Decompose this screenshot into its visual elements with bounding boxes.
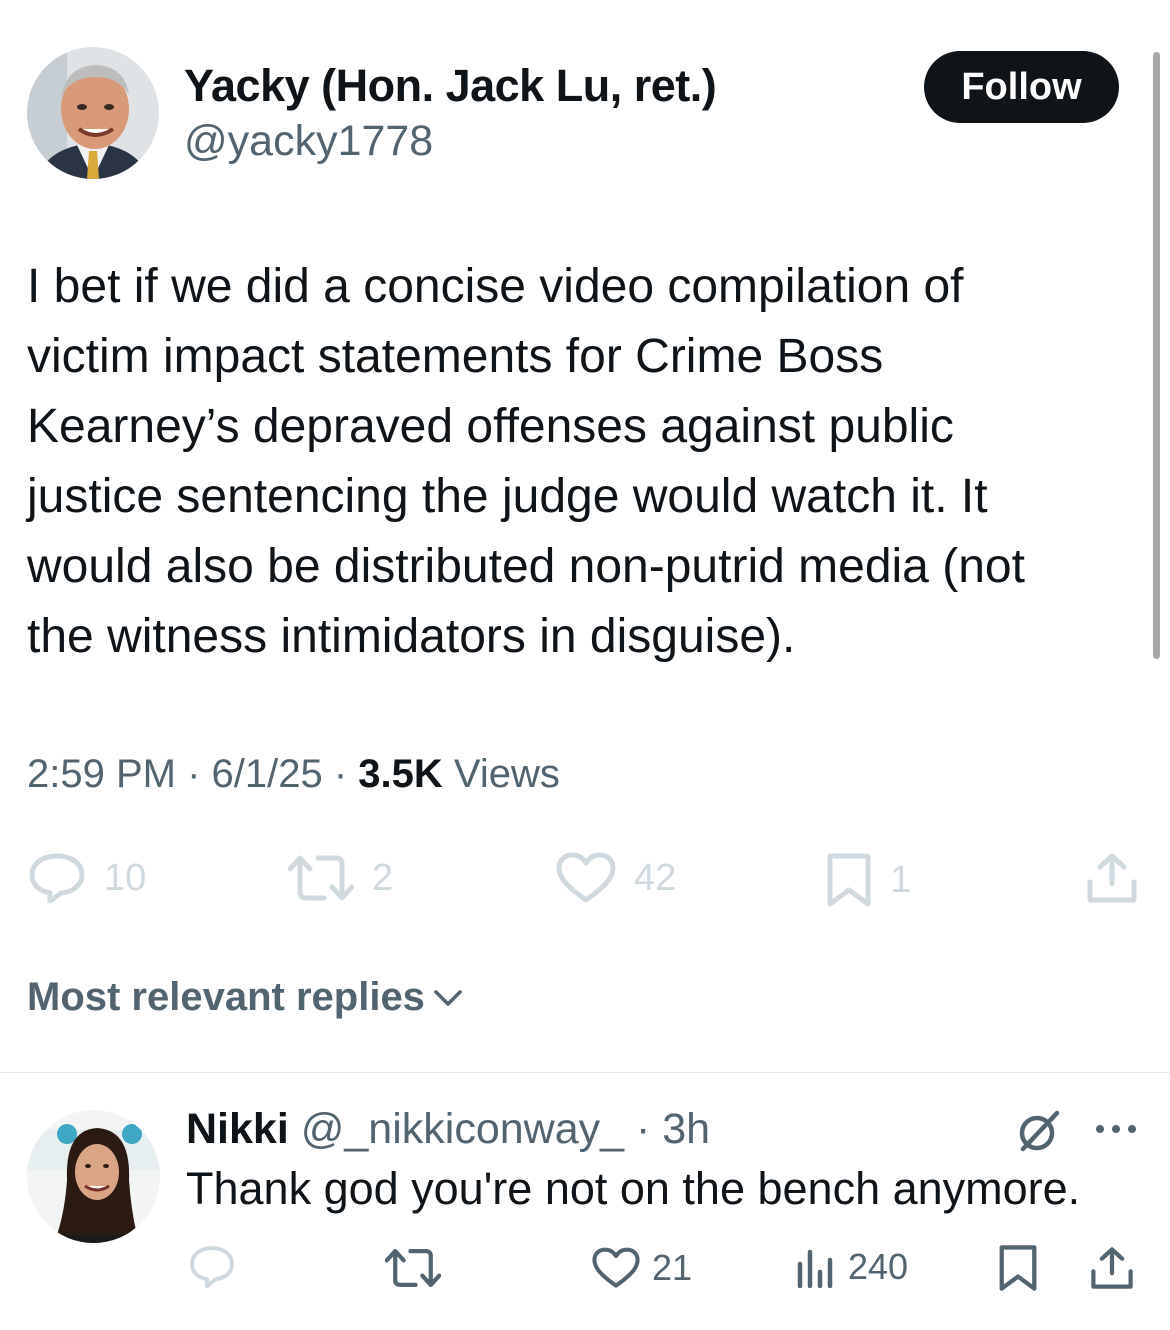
reply-header: Nikki @_nikkiconway_ · 3h (186, 1105, 711, 1153)
reply-reply-action[interactable] (188, 1244, 236, 1290)
reply-age[interactable]: 3h (662, 1105, 710, 1153)
reply-views-count: 240 (848, 1246, 909, 1287)
replies-sort-label: Most relevant replies (27, 975, 425, 1019)
author-handle[interactable]: @yacky1778 (184, 117, 433, 166)
author-name[interactable]: Yacky (Hon. Jack Lu, ret.) (184, 60, 717, 112)
author-avatar[interactable] (27, 47, 159, 179)
views-label: Views (453, 752, 560, 796)
repost-count: 2 (372, 856, 394, 899)
tweet-meta: 2:59 PM · 6/1/25 · 3.5K Views (27, 752, 560, 796)
more-dots-icon[interactable] (1094, 1122, 1138, 1136)
share-icon (1087, 853, 1137, 903)
reply-bubble-icon (190, 1246, 234, 1288)
heart-icon (556, 852, 616, 903)
reply-avatar[interactable] (27, 1110, 160, 1243)
repost-icon (288, 855, 354, 901)
share-icon (1091, 1247, 1133, 1289)
reply-bookmark-action[interactable] (998, 1244, 1038, 1292)
reply-count: 10 (104, 856, 147, 899)
repost-icon (385, 1248, 441, 1288)
reply-like-action[interactable]: 21 (592, 1246, 692, 1290)
bookmark-action[interactable]: 1 (826, 852, 911, 908)
reply-author-name[interactable]: Nikki (186, 1105, 289, 1153)
divider (0, 1072, 1170, 1073)
bookmark-icon (827, 853, 871, 907)
reply-author-handle[interactable]: @_nikkiconway_ (301, 1105, 624, 1153)
reply-share-action[interactable] (1090, 1246, 1134, 1290)
views-chart-icon (797, 1249, 833, 1288)
bookmark-count: 1 (890, 858, 912, 901)
like-action[interactable]: 42 (556, 852, 676, 904)
views-count: 3.5K (358, 752, 443, 796)
reply-views-action[interactable]: 240 (796, 1246, 908, 1288)
replies-sort-toggle[interactable]: Most relevant replies (27, 975, 463, 1020)
reply-text: Thank god you're not on the bench anymor… (186, 1163, 1081, 1214)
tweet-text: I bet if we did a concise video compilat… (27, 260, 1025, 663)
follow-button[interactable]: Follow (924, 51, 1119, 123)
reply-like-count: 21 (652, 1247, 693, 1288)
chevron-down-icon (434, 989, 462, 1006)
tweet-date[interactable]: 6/1/25 (212, 752, 323, 796)
grok-icon[interactable] (1015, 1107, 1063, 1155)
share-action[interactable] (1086, 852, 1138, 904)
repost-action[interactable]: 2 (288, 852, 393, 904)
bookmark-icon (999, 1245, 1037, 1291)
heart-icon (592, 1247, 640, 1288)
reply-bubble-icon (29, 853, 85, 904)
scrollbar[interactable] (1153, 52, 1160, 659)
reply-action[interactable]: 10 (28, 852, 146, 904)
tweet-time[interactable]: 2:59 PM (27, 752, 176, 796)
like-count: 42 (634, 856, 677, 899)
reply-repost-action[interactable] (385, 1246, 441, 1290)
